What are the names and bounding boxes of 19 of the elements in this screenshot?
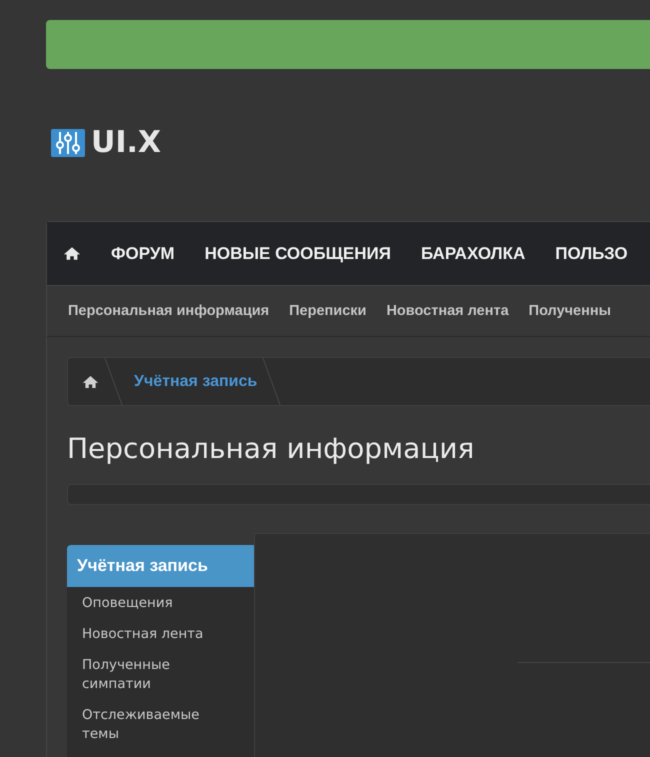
home-icon[interactable] <box>82 374 99 388</box>
subnav-link[interactable]: Полученны <box>528 303 612 319</box>
subnav-link[interactable]: Персональная информация <box>68 303 270 319</box>
sidebar-link[interactable]: Новостная лента <box>82 625 222 644</box>
sidebar-heading: Учётная запись <box>67 545 254 587</box>
nav-link[interactable]: НОВЫЕ СООБЩЕНИЯ <box>204 244 391 264</box>
nav-link[interactable]: БАРАХОЛКА <box>420 244 526 264</box>
nav-link[interactable]: ПОЛЬЗО <box>555 244 628 264</box>
subnav-link[interactable]: Переписки <box>289 303 366 319</box>
page-title: Персональная информация <box>67 431 476 467</box>
nav-link[interactable]: ФОРУМ <box>111 244 175 264</box>
home-icon[interactable] <box>63 246 81 261</box>
sliders-icon <box>51 129 85 157</box>
subnav-link[interactable]: Новостная лента <box>386 303 509 319</box>
logo-text: UI.X <box>91 127 162 159</box>
breadcrumb-link[interactable]: Учётная запись <box>134 372 258 390</box>
sidebar-link[interactable]: Оповещения <box>82 594 222 613</box>
sidebar-link[interactable]: Отслеживаемые темы <box>82 706 222 744</box>
sidebar-link[interactable]: Полученные симпатии <box>82 656 222 694</box>
